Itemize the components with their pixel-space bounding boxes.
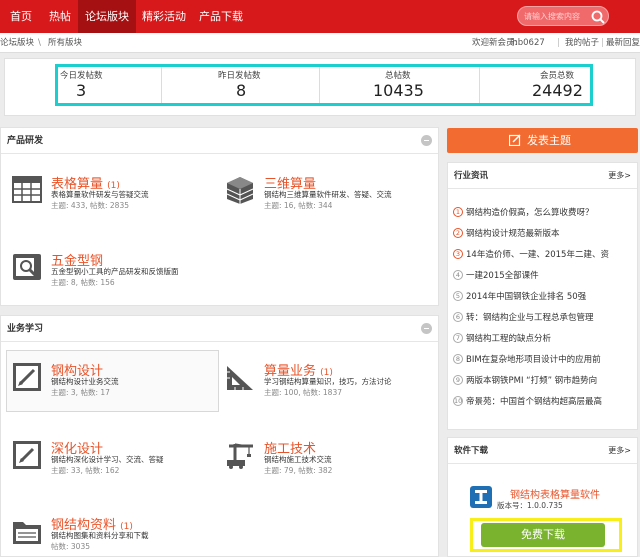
collapse-icon[interactable] xyxy=(421,135,432,146)
forum-stats: 主题: 3, 帖数: 17 xyxy=(51,388,110,397)
forum-stats: 帖数: 3035 xyxy=(51,542,90,551)
crane-icon xyxy=(227,443,253,469)
forum-steel-design[interactable]: 钢构设计 钢结构设计业务交流 主题: 3, 帖数: 17 xyxy=(12,362,212,402)
news-item[interactable]: 3 14年造价师、一建、2015年二建、资 xyxy=(453,248,637,262)
sub-bar: 论坛版块 \ 所有版块 欢迎新会员: lhb0627 | 我的帖子 | 最新回复 xyxy=(0,33,640,53)
my-posts-link[interactable]: 我的帖子 xyxy=(565,33,599,53)
news-item[interactable]: 6 转：钢结构企业与工程总承包管理 xyxy=(453,311,637,325)
search-input[interactable] xyxy=(524,10,586,23)
news-item[interactable]: 5 2014年中国钢铁企业排名 50强 xyxy=(453,290,637,304)
forum-stats: 主题: 79, 帖数: 382 xyxy=(264,466,333,475)
news-item[interactable]: 10 帝景苑：中国首个钢结构超高层最高 xyxy=(453,395,637,409)
edit-icon xyxy=(509,134,521,146)
forum-stats: 主题: 433, 帖数: 2835 xyxy=(51,201,129,210)
new-member-link[interactable]: lhb0627 xyxy=(510,33,545,53)
forum-detail-design[interactable]: 深化设计 钢结构深化设计学习、交流、答疑 主题: 33, 帖数: 162 xyxy=(12,440,212,480)
news-item[interactable]: 7 钢结构工程的缺点分析 xyxy=(453,332,637,346)
section-title: 产品研发 xyxy=(1,128,438,154)
forum-desc: 钢结构三维算量软件研发、答疑、交流 xyxy=(264,190,392,199)
free-download-button[interactable]: 免费下载 xyxy=(481,523,605,547)
search-box xyxy=(517,6,609,26)
news-more-link[interactable]: 更多> xyxy=(608,163,631,189)
software-version: 版本号：1.0.0.735 xyxy=(497,501,563,510)
forum-stats: 主题: 33, 帖数: 162 xyxy=(51,466,120,475)
collapse-icon[interactable] xyxy=(421,323,432,334)
post-topic-button[interactable]: 发表主题 xyxy=(447,128,638,153)
stats-highlight xyxy=(55,64,593,106)
forum-stats: 主题: 8, 帖数: 156 xyxy=(51,278,115,287)
nav-home[interactable]: 首页 xyxy=(0,0,42,33)
news-item[interactable]: 1 钢结构造价假高，怎么算收费呀？ xyxy=(453,206,637,220)
forum-construction-tech[interactable]: 施工技术 钢结构施工技术交流 主题: 79, 帖数: 382 xyxy=(225,440,435,480)
news-item[interactable]: 8 BIM在复杂地形项目设计中的应用前 xyxy=(453,353,637,367)
pencil-doc-icon xyxy=(13,441,41,469)
forum-hardware-steel[interactable]: 五金型钢 五金型钢小工具的产品研发和反馈版面 主题: 8, 帖数: 156 xyxy=(12,252,212,292)
software-name-link[interactable]: 钢结构表格算量软件 xyxy=(510,486,600,501)
news-title: 行业资讯 更多> xyxy=(448,163,637,189)
forum-steel-materials[interactable]: 钢结构资料 (1) 钢结构图集和资料分享和下载 帖数: 3035 xyxy=(12,516,212,556)
forum-calc-business[interactable]: 算量业务 (1) 学习钢结构算量知识，技巧，方法讨论 主题: 100, 帖数: … xyxy=(225,362,435,402)
hardware-icon xyxy=(13,254,41,280)
forum-desc: 钢结构施工技术交流 xyxy=(264,455,332,464)
latest-replies-link[interactable]: 最新回复 xyxy=(606,33,640,53)
forum-stats: 主题: 100, 帖数: 1837 xyxy=(264,388,342,397)
divider: | xyxy=(601,38,604,48)
design-doc-icon xyxy=(13,363,41,391)
news-item[interactable]: 9 两版本钢铁PMI “打频” 钢市趋势向 xyxy=(453,374,637,388)
download-title: 软件下载 更多> xyxy=(448,438,637,464)
top-navigation: 首页 热帖 论坛版块 精彩活动 产品下载 xyxy=(0,0,640,33)
divider: | xyxy=(557,38,560,48)
news-item[interactable]: 2 钢结构设计规范最新版本 xyxy=(453,227,637,241)
nav-forum-sections[interactable]: 论坛版块 xyxy=(78,0,136,33)
forum-desc: 表格算量软件研发与答疑交流 xyxy=(51,190,149,199)
forum-desc: 钢结构设计业务交流 xyxy=(51,377,119,386)
breadcrumb-root[interactable]: 论坛版块 xyxy=(0,33,34,53)
news-item[interactable]: 4 一建2015全部课件 xyxy=(453,269,637,283)
nav-events[interactable]: 精彩活动 xyxy=(136,0,192,33)
forum-desc: 学习钢结构算量知识，技巧，方法讨论 xyxy=(264,377,392,386)
forum-3d-calc[interactable]: 三维算量 钢结构三维算量软件研发、答疑、交流 主题: 16, 帖数: 344 xyxy=(225,175,435,215)
triangle-ruler-icon xyxy=(227,366,253,390)
forum-stats: 主题: 16, 帖数: 344 xyxy=(264,201,333,210)
search-icon[interactable] xyxy=(590,9,606,24)
folder-icon xyxy=(13,522,41,544)
table-icon xyxy=(12,176,42,203)
section-title: 业务学习 xyxy=(1,316,438,342)
forum-desc: 钢结构图集和资料分享和下载 xyxy=(51,531,149,540)
forum-desc: 钢结构深化设计学习、交流、答疑 xyxy=(51,455,164,464)
forum-table-calc[interactable]: 表格算量 (1) 表格算量软件研发与答疑交流 主题: 433, 帖数: 2835 xyxy=(12,175,212,215)
nav-hot-posts[interactable]: 热帖 xyxy=(42,0,78,33)
breadcrumb-separator: \ xyxy=(38,38,41,48)
nav-downloads[interactable]: 产品下载 xyxy=(192,0,250,33)
software-logo-icon xyxy=(470,486,492,508)
forum-desc: 五金型钢小工具的产品研发和反馈版面 xyxy=(51,267,179,276)
download-more-link[interactable]: 更多> xyxy=(608,438,631,464)
3d-building-icon xyxy=(226,177,254,204)
breadcrumb-current: 所有版块 xyxy=(48,38,83,48)
